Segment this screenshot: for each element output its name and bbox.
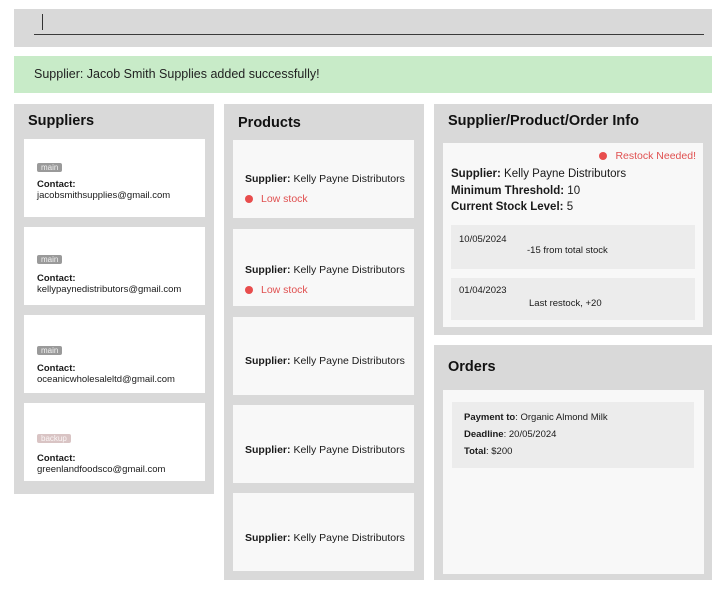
- orders-list: Payment to: Organic Almond Milk Deadline…: [443, 390, 704, 574]
- supplier-tag: main: [37, 346, 63, 355]
- stock-level-label: Current Stock Level:: [451, 201, 564, 213]
- info-supplier-value: Kelly Payne Distributors: [504, 168, 627, 180]
- supplier-card[interactable]: main Contact: jacobsmithsupplies@gmail.c…: [24, 139, 205, 217]
- history-description: Last restock, +20: [529, 298, 602, 309]
- supplier-name: Kelly Payne Distributors: [293, 173, 405, 185]
- payment-label: Payment to: [464, 412, 516, 423]
- order-total: Total: $200: [464, 446, 512, 457]
- info-details: Restock Needed! Supplier: Kelly Payne Di…: [443, 143, 703, 327]
- supplier-card[interactable]: backup Contact: greenlandfoodsco@gmail.c…: [24, 403, 205, 481]
- total-value: : $200: [486, 446, 513, 457]
- product-supplier: Supplier: Kelly Payne Distributors: [245, 355, 405, 367]
- info-panel-title: Supplier/Product/Order Info: [448, 113, 639, 129]
- contact-email: oceanicwholesaleltd@gmail.com: [37, 374, 175, 385]
- alert-dot-icon: [245, 195, 253, 203]
- history-description: -15 from total stock: [527, 245, 608, 256]
- min-threshold-label: Minimum Threshold:: [451, 185, 565, 197]
- orders-panel-title: Orders: [448, 359, 496, 375]
- total-label: Total: [464, 446, 486, 457]
- suppliers-panel: Suppliers main Contact: jacobsmithsuppli…: [14, 104, 214, 494]
- alert-dot-icon: [599, 152, 608, 160]
- text-cursor: [42, 14, 43, 30]
- product-card[interactable]: Supplier: Kelly Payne Distributors Low s…: [233, 229, 414, 306]
- product-supplier: Supplier: Kelly Payne Distributors: [245, 444, 405, 456]
- supplier-label: Supplier:: [245, 444, 291, 456]
- deadline-label: Deadline: [464, 429, 504, 440]
- restock-alert-label: Restock Needed!: [615, 150, 696, 162]
- contact-label: Contact:: [37, 453, 76, 464]
- product-supplier: Supplier: Kelly Payne Distributors: [245, 532, 405, 544]
- supplier-label: Supplier:: [245, 355, 291, 367]
- low-stock-label: Low stock: [261, 284, 308, 296]
- contact-email: kellypaynedistributors@gmail.com: [37, 284, 182, 295]
- history-entry: 10/05/2024 -15 from total stock: [451, 225, 695, 269]
- product-supplier: Supplier: Kelly Payne Distributors: [245, 264, 405, 276]
- supplier-name: Kelly Payne Distributors: [293, 532, 405, 544]
- supplier-name: Kelly Payne Distributors: [293, 264, 405, 276]
- low-stock-indicator: Low stock: [245, 193, 308, 205]
- alert-dot-icon: [245, 286, 253, 294]
- min-threshold-value: 10: [567, 185, 581, 197]
- product-card[interactable]: Supplier: Kelly Payne Distributors Low s…: [233, 140, 414, 218]
- product-card[interactable]: Supplier: Kelly Payne Distributors: [233, 317, 414, 395]
- info-stock-level: Current Stock Level: 5: [451, 201, 573, 213]
- supplier-tag: main: [37, 255, 63, 264]
- result-message: Supplier: Jacob Smith Supplies added suc…: [14, 56, 712, 93]
- supplier-name: Kelly Payne Distributors: [293, 444, 405, 456]
- supplier-label: Supplier:: [245, 532, 291, 544]
- supplier-tag: backup: [37, 434, 71, 443]
- command-bar: [14, 9, 712, 47]
- supplier-label: Supplier:: [245, 173, 291, 185]
- order-card[interactable]: Payment to: Organic Almond Milk Deadline…: [452, 402, 694, 468]
- product-card[interactable]: Supplier: Kelly Payne Distributors: [233, 405, 414, 483]
- supplier-name: Kelly Payne Distributors: [293, 355, 405, 367]
- supplier-tag: main: [37, 163, 63, 172]
- orders-panel: Orders Payment to: Organic Almond Milk D…: [434, 345, 712, 580]
- contact-email: jacobsmithsupplies@gmail.com: [37, 190, 171, 201]
- restock-alert: Restock Needed!: [599, 150, 696, 162]
- info-supplier-label: Supplier:: [451, 168, 501, 180]
- info-min-threshold: Minimum Threshold: 10: [451, 185, 580, 197]
- stock-level-value: 5: [566, 201, 574, 213]
- contact-label: Contact:: [37, 363, 76, 374]
- order-payment: Payment to: Organic Almond Milk: [464, 412, 608, 423]
- products-panel: Products Supplier: Kelly Payne Distribut…: [224, 104, 424, 580]
- info-panel: Supplier/Product/Order Info Restock Need…: [434, 104, 712, 335]
- history-date: 01/04/2023: [459, 285, 507, 296]
- command-input[interactable]: [34, 12, 704, 35]
- contact-email: greenlandfoodsco@gmail.com: [37, 464, 166, 475]
- payment-value: : Organic Almond Milk: [515, 412, 608, 423]
- history-entry: 01/04/2023 Last restock, +20: [451, 278, 695, 320]
- history-date: 10/05/2024: [459, 234, 507, 245]
- low-stock-indicator: Low stock: [245, 284, 308, 296]
- products-panel-title: Products: [238, 115, 301, 131]
- info-supplier: Supplier: Kelly Payne Distributors: [451, 168, 626, 180]
- contact-label: Contact:: [37, 179, 76, 190]
- contact-label: Contact:: [37, 273, 76, 284]
- order-deadline: Deadline: 20/05/2024: [464, 429, 556, 440]
- supplier-card[interactable]: main Contact: oceanicwholesaleltd@gmail.…: [24, 315, 205, 393]
- low-stock-label: Low stock: [261, 193, 308, 205]
- supplier-label: Supplier:: [245, 264, 291, 276]
- product-supplier: Supplier: Kelly Payne Distributors: [245, 173, 405, 185]
- suppliers-panel-title: Suppliers: [28, 113, 95, 129]
- deadline-value: : 20/05/2024: [503, 429, 557, 440]
- supplier-card[interactable]: main Contact: kellypaynedistributors@gma…: [24, 227, 205, 305]
- product-card[interactable]: Supplier: Kelly Payne Distributors: [233, 493, 414, 571]
